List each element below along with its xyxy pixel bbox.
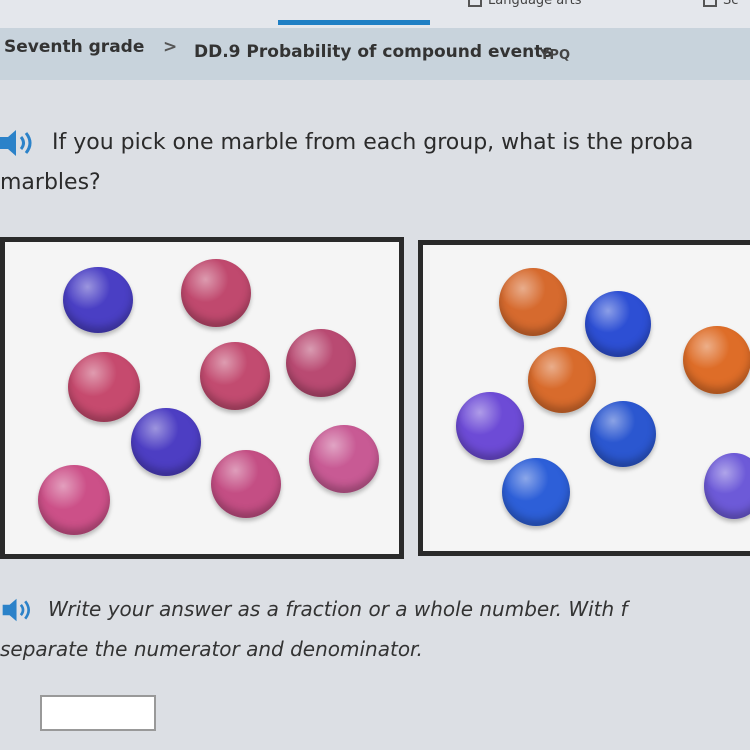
marble [181,259,251,327]
book-icon [468,0,482,7]
instructions-line1: Write your answer as a fraction or a who… [48,597,628,621]
marble [683,326,750,394]
speaker-icon[interactable] [0,128,40,158]
breadcrumb: Seventh grade > DD.9 Probability of comp… [0,28,750,80]
marble-group-2 [418,240,750,556]
marble [38,465,110,535]
question-text-line1: If you pick one marble from each group, … [52,130,694,155]
speaker-icon-instructions[interactable] [0,597,40,623]
tab-language-arts[interactable]: Language arts [468,0,581,8]
marble [200,342,270,410]
tab-science-label: Sc [723,0,739,8]
skill-code: YPQ [540,48,570,63]
top-nav: Language arts Sc [0,0,750,28]
answer-input[interactable] [40,695,156,731]
breadcrumb-skill: DD.9 Probability of compound events [194,42,553,62]
flask-icon [703,0,717,7]
marble [590,401,656,467]
marble [499,268,567,336]
instructions-line2: separate the numerator and denominator. [0,637,423,661]
question-text-line2: marbles? [0,170,101,195]
marble [704,453,750,519]
marble [63,267,133,333]
active-tab-indicator [278,20,430,25]
marble [585,291,651,357]
marble [211,450,281,518]
breadcrumb-separator: > [163,37,178,57]
tab-language-arts-label: Language arts [488,0,582,8]
marble-group-1 [0,237,404,559]
marble [68,352,140,422]
marble [502,458,570,526]
breadcrumb-grade[interactable]: Seventh grade [4,37,144,57]
marble [456,392,524,460]
marble [309,425,379,493]
marble [528,347,596,413]
marble [286,329,356,397]
tab-science[interactable]: Sc [703,0,738,8]
marble [131,408,201,476]
